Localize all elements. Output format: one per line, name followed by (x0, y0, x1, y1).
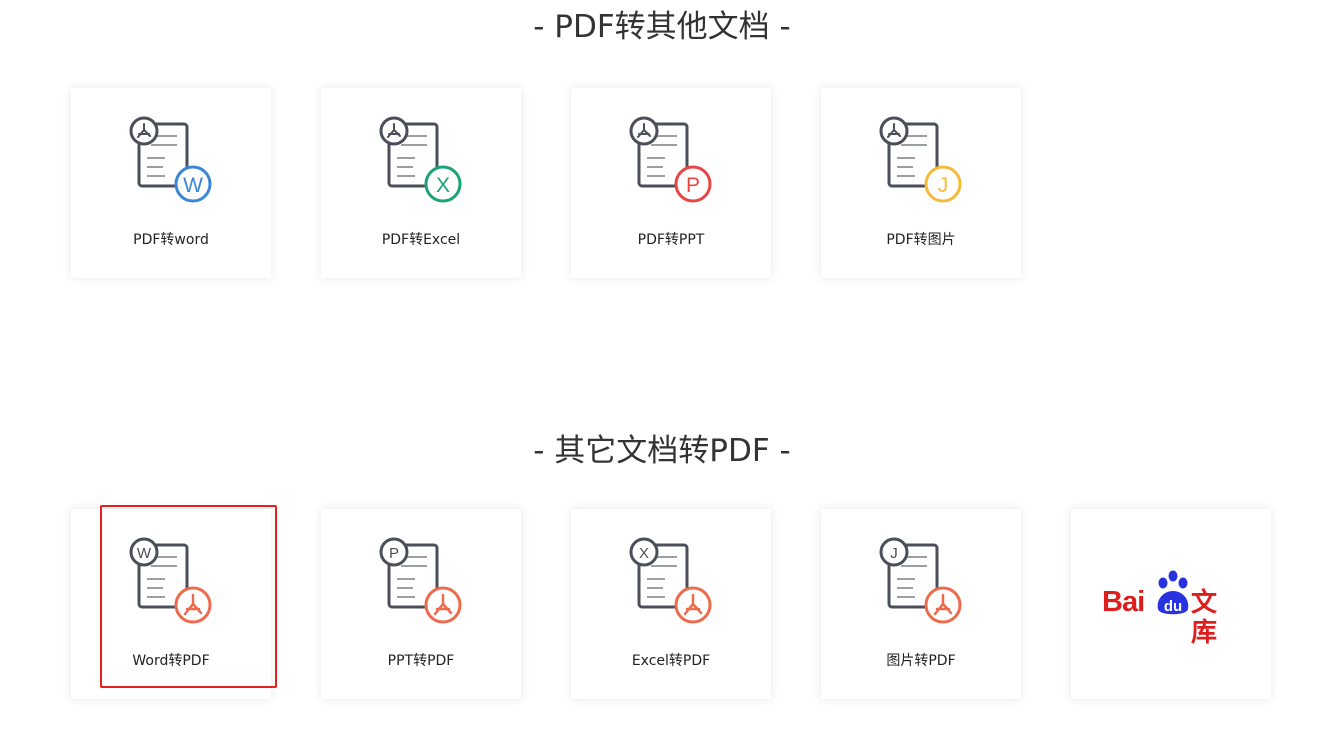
logo-text-bai: Bai (1102, 586, 1145, 618)
pdf-to-word-icon: W (129, 116, 212, 203)
image-to-pdf-icon: J (879, 537, 962, 624)
card-word-to-pdf[interactable]: W Word转PDF (71, 509, 271, 699)
card-pdf-to-ppt[interactable]: P PDF转PPT (571, 88, 771, 278)
paw-icon: du (1157, 570, 1189, 615)
svg-text:J: J (938, 174, 949, 197)
excel-to-pdf-icon: X (629, 537, 712, 624)
svg-text:P: P (389, 545, 399, 562)
card-pdf-to-excel[interactable]: X PDF转Excel (321, 88, 521, 278)
svg-text:X: X (639, 545, 649, 562)
svg-text:J: J (890, 545, 898, 562)
card-pdf-to-word[interactable]: W PDF转word (71, 88, 271, 278)
svg-text:P: P (686, 174, 700, 197)
ppt-to-pdf-icon: P (379, 537, 462, 624)
card-label: PDF转图片 (886, 232, 956, 248)
svg-text:du: du (1164, 598, 1182, 615)
card-label: Excel转PDF (631, 653, 711, 669)
pdf-to-excel-icon: X (379, 116, 462, 203)
card-baidu-wenku[interactable]: Bai du 文库 (1071, 509, 1271, 699)
svg-text:W: W (183, 174, 203, 197)
card-label: PPT转PDF (387, 653, 455, 669)
card-image-to-pdf[interactable]: J 图片转PDF (821, 509, 1021, 699)
card-label: PDF转word (133, 232, 209, 248)
card-label: Word转PDF (132, 653, 210, 669)
pdf-to-ppt-icon: P (629, 116, 712, 203)
card-ppt-to-pdf[interactable]: P PPT转PDF (321, 509, 521, 699)
section-title-pdf-to-other: - PDF转其他文档 - (533, 9, 791, 45)
svg-text:W: W (137, 545, 152, 562)
section-title-other-to-pdf: - 其它文档转PDF - (533, 433, 791, 469)
card-label: PDF转Excel (381, 232, 461, 248)
word-to-pdf-icon: W (129, 537, 212, 624)
baidu-wenku-logo: Bai du 文库 (1101, 567, 1241, 647)
card-pdf-to-image[interactable]: J PDF转图片 (821, 88, 1021, 278)
card-excel-to-pdf[interactable]: X Excel转PDF (571, 509, 771, 699)
logo-text-wenku: 文库 (1191, 587, 1218, 647)
pdf-to-image-icon: J (879, 116, 962, 203)
card-label: PDF转PPT (637, 232, 705, 248)
svg-text:X: X (436, 174, 450, 197)
card-label: 图片转PDF (886, 653, 956, 669)
